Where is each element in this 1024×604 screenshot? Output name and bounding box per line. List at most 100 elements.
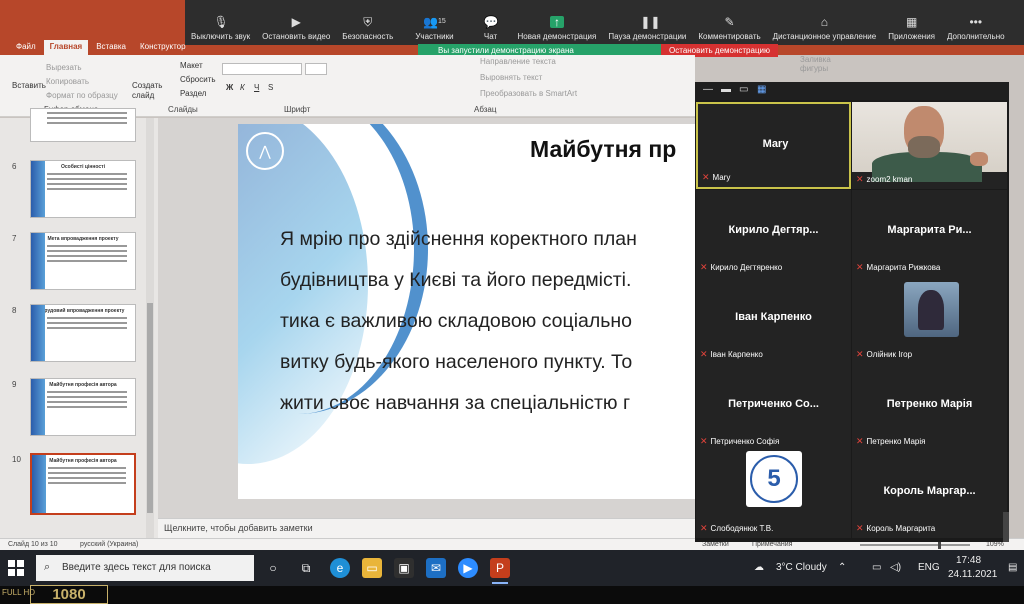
participant-tile[interactable]: Mary ✕ Mary [696, 102, 851, 189]
zoom-slider-handle[interactable] [938, 541, 941, 549]
participant-tile[interactable]: Маргарита Ри... ✕ Маргарита Рижкова [852, 190, 1007, 277]
thumb-text-line [47, 117, 127, 119]
zoom-slider[interactable] [860, 541, 970, 549]
windows-start-icon[interactable] [8, 560, 24, 576]
participant-display-name: Петриченко Со... [728, 398, 819, 410]
thumb-text-line [47, 183, 127, 185]
participant-tile-logo[interactable]: 5 ✕ Слободянюк Т.В. [696, 451, 851, 538]
language-indicator[interactable]: русский (Украина) [80, 541, 138, 548]
bold-button[interactable]: Ж [226, 83, 233, 92]
mute-button[interactable]: 🎙 Выключить звук [185, 0, 256, 45]
annotate-label: Комментировать [698, 32, 761, 41]
minimize-icon[interactable]: — [703, 84, 713, 95]
scrollbar-thumb[interactable] [147, 303, 153, 513]
participant-display-name: Король Маргар... [883, 485, 976, 497]
font-name-input[interactable] [222, 63, 302, 75]
paste-button[interactable]: Вставить [12, 81, 46, 90]
notifications-icon[interactable]: ▤ [1008, 562, 1017, 573]
gallery-scrollbar[interactable] [1003, 512, 1009, 542]
remote-control-label: Дистанционное управление [772, 32, 877, 41]
mail-icon[interactable]: ✉ [426, 558, 446, 578]
slide-thumbnail-7[interactable]: Мета впровадження проекту [30, 232, 136, 290]
participants-button[interactable]: 👥15 Участники [399, 0, 469, 45]
tray-chevron-icon[interactable]: ⌃ [838, 562, 846, 573]
weather-text[interactable]: 3°C Cloudy [776, 562, 827, 573]
slide-thumbnail-partial[interactable] [30, 108, 136, 142]
participant-tile[interactable]: Петренко Марія ✕ Петренко Марія [852, 364, 1007, 451]
current-slide[interactable]: ⋀ Майбутня пр Я мрію про здійснення коре… [238, 124, 708, 499]
pause-share-button[interactable]: ❚❚ Пауза демонстрации [602, 0, 692, 45]
underline-button[interactable]: Ч [254, 83, 259, 92]
muted-mic-icon: ✕ [702, 172, 710, 182]
thumb-text-line [47, 178, 127, 180]
participant-tile-avatar[interactable]: ✕ Олійник Ігор [852, 277, 1007, 364]
clock-date[interactable]: 24.11.2021 [948, 569, 997, 580]
copy-button[interactable]: Копировать [46, 77, 89, 86]
chat-button[interactable]: 💬 Чат [470, 0, 512, 45]
participant-tile[interactable]: Король Маргар... ✕ Король Маргарита [852, 451, 1007, 538]
italic-button[interactable]: К [240, 83, 245, 92]
slide-body-text[interactable]: Я мрію про здійснення коректного план бу… [280, 219, 708, 424]
format-painter-button[interactable]: Формат по образцу [46, 91, 118, 100]
align-text-button[interactable]: Выровнять текст [480, 73, 542, 82]
tab-home[interactable]: Главная [43, 40, 89, 55]
strike-button[interactable]: S [268, 83, 273, 92]
powerpoint-app-icon[interactable]: P [490, 558, 510, 584]
remote-control-button[interactable]: ⌂ Дистанционное управление [767, 0, 883, 45]
participant-name: ✕ Король Маргарита [856, 523, 935, 534]
more-button[interactable]: ••• Дополнительно [941, 0, 1011, 45]
slide-thumbnail-6[interactable]: Особисті цінності [30, 160, 136, 218]
font-size-input[interactable] [305, 63, 327, 75]
speaker-view-icon[interactable]: ▭ [739, 84, 748, 95]
new-share-label: Новая демонстрация [517, 32, 597, 41]
zoom-level[interactable]: 109% [986, 541, 1004, 548]
participant-name-text: Петренко Марія [866, 437, 926, 446]
slide-thumbnail-8[interactable]: Трудовий впровадження проекту [30, 304, 136, 362]
tab-insert[interactable]: Вставка [90, 40, 132, 55]
security-button[interactable]: ⛨ Безопасность [336, 0, 399, 45]
apps-button[interactable]: ▦ Приложения [882, 0, 941, 45]
layout-button[interactable]: Макет [180, 61, 203, 70]
participant-tile[interactable]: Кирило Дегтяр... ✕ Кирило Дегтяренко [696, 190, 851, 277]
participant-tile[interactable]: Петриченко Со... ✕ Петриченко Софія [696, 364, 851, 451]
volume-icon[interactable]: ◁) [890, 562, 901, 573]
collapse-icon[interactable]: ▬ [721, 84, 731, 95]
store-icon[interactable]: ▣ [394, 558, 414, 578]
language-indicator[interactable]: ENG [918, 562, 940, 573]
thumbnails-scrollbar[interactable] [146, 118, 154, 538]
text-direction-button[interactable]: Направление текста [480, 57, 556, 66]
tab-file[interactable]: Файл [10, 40, 42, 55]
new-share-button[interactable]: ↑ Новая демонстрация [512, 0, 603, 45]
comments-toggle[interactable]: Примечания [752, 541, 792, 548]
clock-time[interactable]: 17:48 [956, 555, 981, 566]
taskbar-search-input[interactable]: ⌕ Введите здесь текст для поиска [36, 555, 254, 581]
security-label: Безопасность [342, 32, 394, 41]
network-icon[interactable]: ▭ [872, 562, 881, 573]
section-button[interactable]: Раздел [180, 89, 206, 98]
participant-name: ✕ zoom2 kman [856, 174, 912, 185]
gallery-view-icon[interactable]: ▦ [757, 84, 766, 95]
cut-button[interactable]: Вырезать [46, 63, 82, 72]
stop-video-button[interactable]: ▶ Остановить видео [256, 0, 336, 45]
smartart-button[interactable]: Преобразовать в SmartArt [480, 89, 577, 98]
zoom-app-icon[interactable]: ▶ [458, 558, 478, 578]
slide-title[interactable]: Майбутня пр [530, 136, 676, 163]
participant-tile-video[interactable]: ✕ zoom2 kman [852, 102, 1007, 189]
participant-tile[interactable]: Іван Карпенко ✕ Іван Карпенко [696, 277, 851, 364]
tab-design[interactable]: Конструктор [134, 40, 192, 55]
notes-toggle[interactable]: Заметки [702, 541, 729, 548]
shape-fill-button[interactable]: Заливка фигуры [800, 55, 831, 73]
participant-display-name: Mary [762, 138, 789, 150]
slide-thumbnail-9[interactable]: Майбутня професія автора [30, 378, 136, 436]
edge-browser-icon[interactable]: e [330, 558, 350, 578]
cortana-icon[interactable]: ○ [263, 558, 283, 578]
new-slide-button[interactable]: Создать слайд [132, 81, 164, 101]
annotate-button[interactable]: ✎ Комментировать [692, 0, 766, 45]
slide-thumbnail-10[interactable]: Майбутня професія автора [30, 453, 136, 515]
gallery-toolbar: — ▬ ▭ ▦ [695, 82, 1009, 100]
thumb-text-line [47, 245, 127, 247]
file-explorer-icon[interactable]: ▭ [362, 558, 382, 578]
reset-button[interactable]: Сбросить [180, 75, 216, 84]
task-view-icon[interactable]: ⧉ [296, 558, 316, 578]
notes-pane[interactable]: Щелкните, чтобы добавить заметки [158, 518, 695, 538]
